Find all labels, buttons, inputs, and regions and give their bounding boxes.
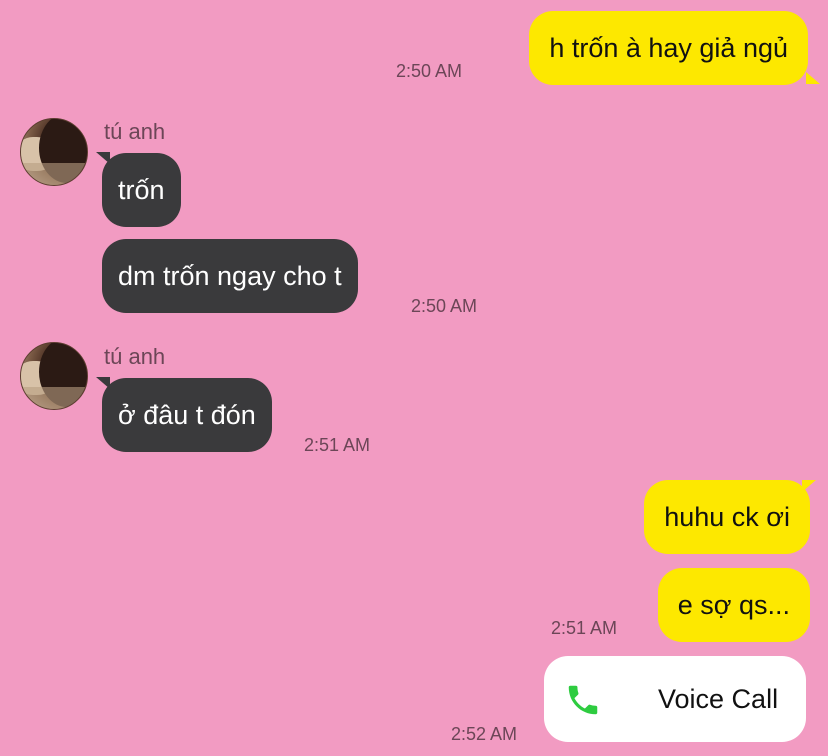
sender-name: tú anh <box>104 344 166 369</box>
bubble-tail <box>806 72 820 84</box>
message-timestamp: 2:50 AM <box>396 61 463 81</box>
outgoing-message-bubble[interactable]: huhu ck ơi <box>644 480 810 554</box>
message-timestamp: 2:50 AM <box>411 296 478 316</box>
incoming-message-bubble[interactable]: ở đâu t đón <box>102 378 272 452</box>
message-text: trốn <box>118 175 165 205</box>
message-timestamp: 2:51 AM <box>551 618 618 638</box>
message-text: ở đâu t đón <box>118 400 256 430</box>
sender-name: tú anh <box>104 119 166 144</box>
message-timestamp: 2:52 AM <box>451 724 518 744</box>
contact-avatar[interactable] <box>20 118 88 186</box>
incoming-message-bubble[interactable]: trốn <box>102 153 181 227</box>
message-text: h trốn à hay giả ngủ <box>549 33 788 63</box>
message-timestamp: 2:51 AM <box>304 435 371 455</box>
message-text: e sợ qs... <box>677 590 790 620</box>
message-text: huhu ck ơi <box>664 502 790 532</box>
voice-call-card[interactable]: Voice Call <box>544 656 806 742</box>
incoming-message-bubble[interactable]: dm trốn ngay cho t <box>102 239 358 313</box>
outgoing-message-bubble[interactable]: e sợ qs... <box>657 568 810 642</box>
contact-avatar[interactable] <box>20 342 88 410</box>
phone-icon <box>568 685 598 715</box>
voice-call-label: Voice Call <box>658 684 779 714</box>
message-text: dm trốn ngay cho t <box>118 261 342 291</box>
outgoing-message-bubble[interactable]: h trốn à hay giả ngủ <box>529 11 808 85</box>
